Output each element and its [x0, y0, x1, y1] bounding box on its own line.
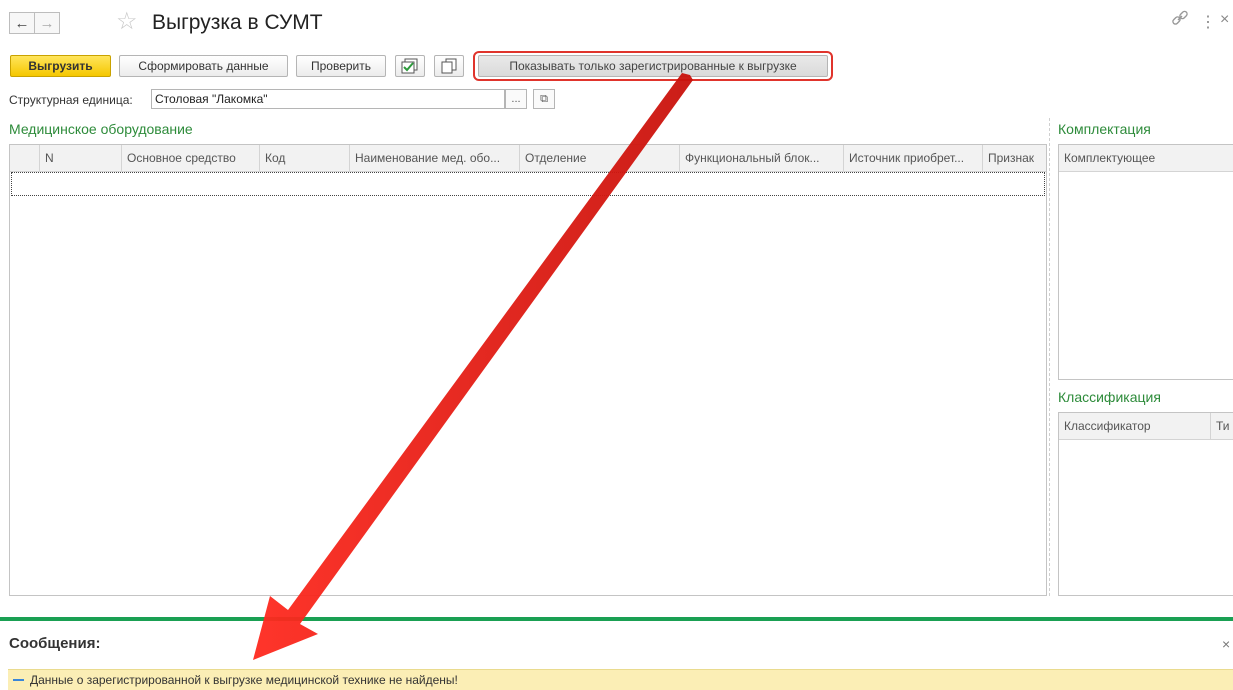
chain-link-icon — [1172, 10, 1188, 25]
check-button[interactable]: Проверить — [296, 55, 386, 77]
unit-open-button[interactable]: ⧉ — [533, 89, 555, 109]
column-header[interactable]: Наименование мед. обо... — [350, 145, 520, 171]
classification-table[interactable]: Классификатор Ти — [1058, 412, 1233, 596]
more-icon[interactable]: ⋮ — [1200, 12, 1216, 32]
kit-table[interactable]: Комплектующее — [1058, 144, 1233, 380]
classification-section-title: Классификация — [1058, 389, 1161, 405]
column-header[interactable]: Основное средство — [122, 145, 260, 171]
arrow-left-icon: ← — [14, 14, 30, 32]
unit-label: Структурная единица: — [9, 93, 133, 107]
form-data-button[interactable]: Сформировать данные — [119, 55, 288, 77]
column-header[interactable]: Функциональный блок... — [680, 145, 844, 171]
select-all-button[interactable] — [395, 55, 425, 77]
message-item[interactable]: Данные о зарегистрированной к выгрузке м… — [8, 669, 1233, 690]
table-row[interactable] — [11, 172, 1045, 196]
copy-icon — [441, 58, 457, 74]
column-header[interactable]: N — [40, 145, 122, 171]
arrow-right-icon: → — [39, 14, 55, 32]
messages-close-icon[interactable]: × — [1222, 636, 1230, 652]
open-window-icon: ⧉ — [540, 92, 548, 105]
page-title: Выгрузка в СУМТ — [152, 11, 323, 34]
equipment-table-header: N Основное средство Код Наименование мед… — [10, 145, 1046, 172]
favorite-star-icon[interactable]: ☆ — [116, 8, 138, 36]
copy-button[interactable] — [434, 55, 464, 77]
column-header[interactable]: Отделение — [520, 145, 680, 171]
back-button[interactable]: ← — [9, 12, 35, 34]
check-all-icon — [401, 58, 418, 74]
column-header[interactable]: Комплектующее — [1059, 145, 1233, 171]
column-header[interactable]: Признак — [983, 145, 1046, 171]
classification-table-header: Классификатор Ти — [1059, 413, 1233, 440]
forward-button[interactable]: → — [34, 12, 60, 34]
column-header[interactable]: Источник приобрет... — [844, 145, 983, 171]
close-icon[interactable]: × — [1220, 11, 1229, 29]
equipment-table[interactable]: N Основное средство Код Наименование мед… — [9, 144, 1047, 596]
messages-title: Сообщения: — [9, 635, 101, 652]
panel-splitter[interactable] — [1049, 118, 1050, 596]
messages-accent-bar — [0, 617, 1233, 621]
column-marker — [10, 145, 40, 171]
export-button[interactable]: Выгрузить — [10, 55, 111, 77]
unit-select-button[interactable]: ... — [505, 89, 527, 109]
kit-table-header: Комплектующее — [1059, 145, 1233, 172]
equipment-section-title: Медицинское оборудование — [9, 121, 193, 137]
highlight-frame — [473, 51, 833, 81]
unit-input[interactable]: Столовая "Лакомка" — [151, 89, 505, 109]
column-header[interactable]: Код — [260, 145, 350, 171]
message-marker-icon — [13, 679, 24, 681]
kit-section-title: Комплектация — [1058, 121, 1151, 137]
message-text: Данные о зарегистрированной к выгрузке м… — [30, 673, 458, 687]
column-header[interactable]: Ти — [1211, 413, 1233, 439]
link-icon[interactable] — [1170, 8, 1190, 33]
column-header[interactable]: Классификатор — [1059, 413, 1211, 439]
